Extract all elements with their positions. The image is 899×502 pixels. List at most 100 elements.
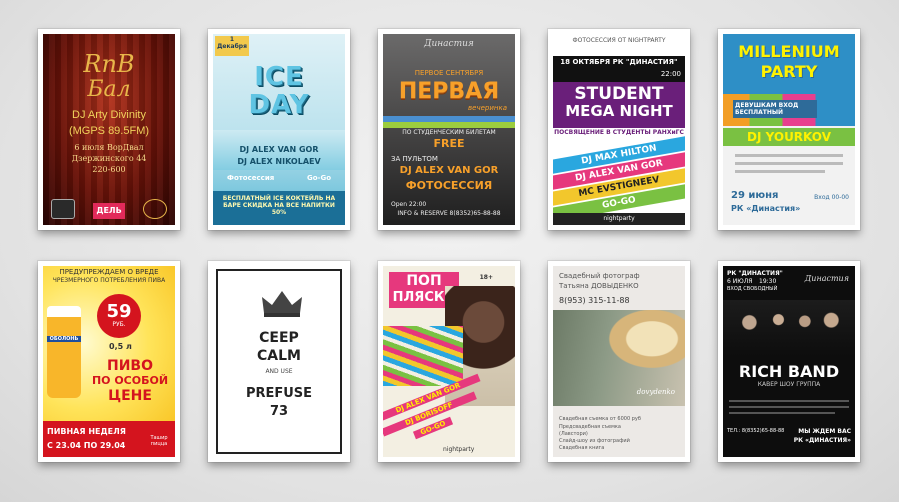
wait: МЫ ЖДЕМ ВАС	[798, 428, 851, 435]
dj-name: DJ ALEX VAN GOR	[399, 165, 499, 176]
brand-label: ОБОЛОНЬ	[47, 336, 81, 342]
line-5: 73	[269, 404, 289, 419]
date: 29 июня	[731, 190, 779, 201]
currency: РУБ.	[112, 321, 126, 328]
poster-title: RICH BAND	[738, 362, 840, 381]
week: ПИВНАЯ НЕДЕЛЯ	[47, 427, 126, 436]
venue: 6 июля ВорДвал	[74, 143, 144, 152]
poster-title: ICE	[254, 62, 304, 92]
tag: вечеринка	[468, 104, 507, 112]
footer-text: БЕСПЛАТНЫЙ ICE КОКТЕЙЛЬ НА БАРЕ СКИДКА Н…	[222, 195, 336, 216]
age: 18+	[479, 274, 493, 281]
poster-title: RnB	[83, 50, 135, 78]
dj-name: DJ Arty Divinity	[72, 109, 146, 121]
line-2: CALM	[257, 348, 301, 364]
retro-stripes	[383, 326, 463, 386]
dj-2: DJ ALEX NIKOLAEV	[237, 157, 321, 166]
title: Свадебный фотограф	[559, 272, 640, 280]
week-bar: ПИВНАЯ НЕДЕЛЯ С 23.04 ПО 29.04 Ташир пиц…	[43, 421, 175, 457]
poster-beer[interactable]: ПРЕДУПРЕЖДАЕМ О ВРЕДЕ ЧРЕЗМЕРНОГО ПОТРЕБ…	[38, 261, 180, 462]
poster-title-2: MEGA NIGHT	[565, 102, 673, 120]
poster-pervaya[interactable]: Династия ПЕРВОЕ СЕНТЯБРЯ ПЕРВАЯ вечеринк…	[378, 29, 520, 230]
body-text-3	[735, 170, 825, 173]
phone: 8(953) 315-11-88	[559, 296, 630, 305]
poster-student-mega-night[interactable]: ФОТОСЕССИЯ ОТ NIGHTPARTY 18 ОКТЯБРЯ РК "…	[548, 29, 690, 230]
item-3: (Лавстори)	[559, 431, 588, 437]
photo-label: ФОТОСЕССИЯ	[405, 179, 493, 192]
poster-title-2: PARTY	[760, 62, 818, 81]
band-photo	[723, 300, 855, 356]
slogan-2: ПО ОСОБОЙ	[91, 374, 169, 387]
dates: С 23.04 ПО 29.04	[47, 441, 126, 450]
date-text: 18 ОКТЯБРЯ РК "ДИНАСТИЯ"	[560, 58, 678, 66]
stripe-2	[383, 122, 515, 128]
students-label: ПО СТУДЕНЧЕСКИМ БИЛЕТАМ	[402, 129, 496, 136]
poster-pop-plyaski[interactable]: ПОП ПЛЯСКИ 18+ DJ ALEX VAN GOR DJ BORISO…	[378, 261, 520, 462]
item-5: Свадебная книга	[559, 445, 605, 451]
sponsor-logo: ДЕЛЬ	[93, 203, 125, 219]
tel: ТЕЛ.: 8(8352)65-88-88	[727, 428, 785, 434]
text-block-1	[729, 400, 849, 402]
venue: РК «ДИНАСТИЯ»	[793, 437, 851, 444]
brand: Династия	[804, 274, 849, 283]
time-text: 22:00	[660, 70, 681, 78]
slogan-1: ПИВО	[106, 358, 153, 374]
start-time: Open 22:00	[391, 201, 427, 208]
signature: dovydenko	[636, 388, 675, 396]
title-block: STUDENT MEGA NIGHT	[553, 82, 685, 128]
date-badge: 1 Декабря	[215, 36, 249, 56]
poster-millenium-party[interactable]: MILLENIUM PARTY ДЕВУШКАМ ВХОД БЕСПЛАТНЫЙ…	[718, 29, 860, 230]
venue: РК «Династия»	[731, 204, 801, 213]
price: 59	[106, 301, 132, 322]
poster-wedding-photo[interactable]: Свадебный фотограф Татьяна ДОВЫДЕНКО 8(9…	[548, 261, 690, 462]
sponsor: nightparty	[553, 213, 685, 225]
brand: Династия	[424, 39, 474, 49]
poster-keep-calm[interactable]: CEEP CALM AND USE PREFUSE 73	[208, 261, 350, 462]
top-left: РК "ДИНАСТИЯ"	[727, 270, 783, 277]
free-label: FREE	[433, 137, 465, 150]
text-block-2	[729, 406, 849, 408]
top-line: ФОТОСЕССИЯ ОТ NIGHTPARTY	[572, 37, 666, 44]
dj-name: DJ YOURKOV	[747, 130, 831, 144]
crown-icon	[262, 291, 302, 317]
logo-icon	[51, 199, 75, 219]
slogan-3: ЦЕНЕ	[108, 388, 152, 404]
sponsor: nightparty	[443, 446, 475, 453]
logo: Ташир пицца	[150, 435, 168, 447]
info-line: INFO & RESERVE 8(8352)65-88-88	[397, 210, 501, 217]
body-text-1	[735, 154, 843, 157]
poster-ice-day[interactable]: 1 Декабря ICE DAY DJ ALEX VAN GOR DJ ALE…	[208, 29, 350, 230]
title-block: MILLENIUM PARTY	[723, 34, 855, 94]
entry: ВХОД СВОБОДНЫЙ	[727, 286, 778, 292]
poster-title: MILLENIUM	[738, 42, 840, 61]
gogo-label: Go-Go	[306, 174, 331, 182]
subtitle: ПЕРВОЕ СЕНТЯБРЯ	[414, 69, 484, 77]
free-badge: ДЕВУШКАМ ВХОД БЕСПЛАТНЫЙ	[733, 100, 817, 118]
body-text-2	[735, 162, 843, 165]
item-2: Предсвадебная съемка	[559, 424, 621, 430]
phone: 220-600	[92, 165, 126, 174]
volume: 0,5 л	[109, 342, 132, 351]
time: 19:30	[759, 278, 777, 285]
price-circle: 59 РУБ.	[97, 294, 141, 338]
dj-block: DJ YOURKOV	[723, 128, 855, 146]
item-4: Слайд-шоу из фотографий	[559, 438, 630, 444]
warning-2: ЧРЕЗМЕРНОГО ПОТРЕБЛЕНИЯ ПИВА	[52, 277, 166, 284]
name: Татьяна ДОВЫДЕНКО	[559, 282, 639, 290]
photo-label: Фотосессия	[227, 174, 275, 182]
dj-1: DJ ALEX VAN GOR	[239, 145, 319, 154]
poster-title-2: Бал	[87, 77, 131, 102]
subtitle: КАВЕР ШОУ ГРУППА	[757, 381, 821, 388]
line-1: CEEP	[259, 330, 299, 346]
poster-title-2: DAY	[248, 90, 310, 120]
console-label: ЗА ПУЛЬТОМ	[391, 155, 438, 163]
entry: Вход 00-00	[814, 194, 849, 201]
date: 6 ИЮЛЯ	[727, 278, 753, 285]
warning-1: ПРЕДУПРЕЖДАЕМ О ВРЕДЕ	[59, 268, 159, 276]
poster-rnb-ball[interactable]: RnB Бал DJ Arty Divinity (MGPS 89.5FM) 6…	[38, 29, 180, 230]
poster-rich-band[interactable]: РК "ДИНАСТИЯ" 6 ИЮЛЯ 19:30 ВХОД СВОБОДНЫ…	[718, 261, 860, 462]
address: Дзержинского 44	[71, 154, 147, 163]
line-4: PREFUSE	[245, 386, 313, 401]
dedication: ПОСВЯЩЕНИЕ В СТУДЕНТЫ РАНХиГС	[554, 129, 684, 136]
date-bar: 18 ОКТЯБРЯ РК "ДИНАСТИЯ" 22:00	[553, 56, 685, 82]
